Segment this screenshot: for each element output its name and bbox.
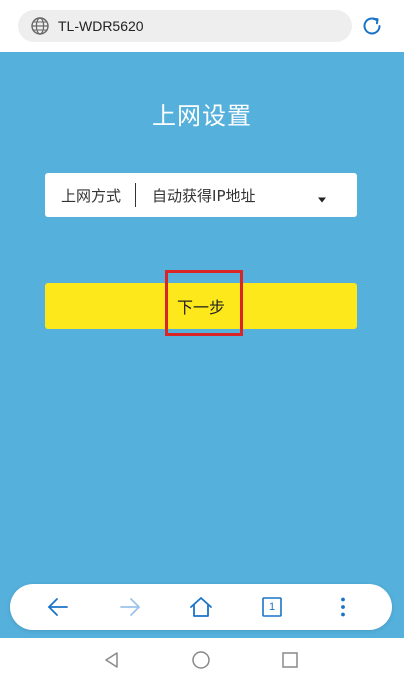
browser-bottom-toolbar: 1 <box>10 584 392 630</box>
back-arrow-icon[interactable] <box>46 595 70 619</box>
back-triangle-icon[interactable] <box>102 650 122 670</box>
page-title: 上网设置 <box>152 102 252 130</box>
forward-arrow-icon[interactable] <box>118 595 142 619</box>
connection-type-select[interactable]: 上网方式 自动获得IP地址 <box>45 173 357 217</box>
address-bar[interactable]: TL-WDR5620 <box>18 10 352 42</box>
router-setup-page: 上网设置 上网方式 自动获得IP地址 下一步 <box>0 52 404 638</box>
system-navigation-bar <box>0 638 404 679</box>
home-circle-icon[interactable] <box>191 650 211 670</box>
browser-top-bar: TL-WDR5620 <box>0 0 404 52</box>
tabs-icon[interactable]: 1 <box>260 595 284 619</box>
tabs-count: 1 <box>268 601 276 613</box>
refresh-icon[interactable] <box>360 14 384 38</box>
highlight-annotation <box>165 270 243 336</box>
recents-square-icon[interactable] <box>280 650 300 670</box>
connection-type-label: 上网方式 <box>61 186 122 205</box>
globe-icon <box>30 16 50 36</box>
connection-type-value: 自动获得IP地址 <box>152 186 256 205</box>
more-vertical-icon[interactable] <box>331 595 355 619</box>
dropdown-triangle-icon[interactable] <box>317 190 327 203</box>
home-icon[interactable] <box>189 595 213 619</box>
url-text: TL-WDR5620 <box>58 18 144 34</box>
select-divider <box>135 183 137 207</box>
